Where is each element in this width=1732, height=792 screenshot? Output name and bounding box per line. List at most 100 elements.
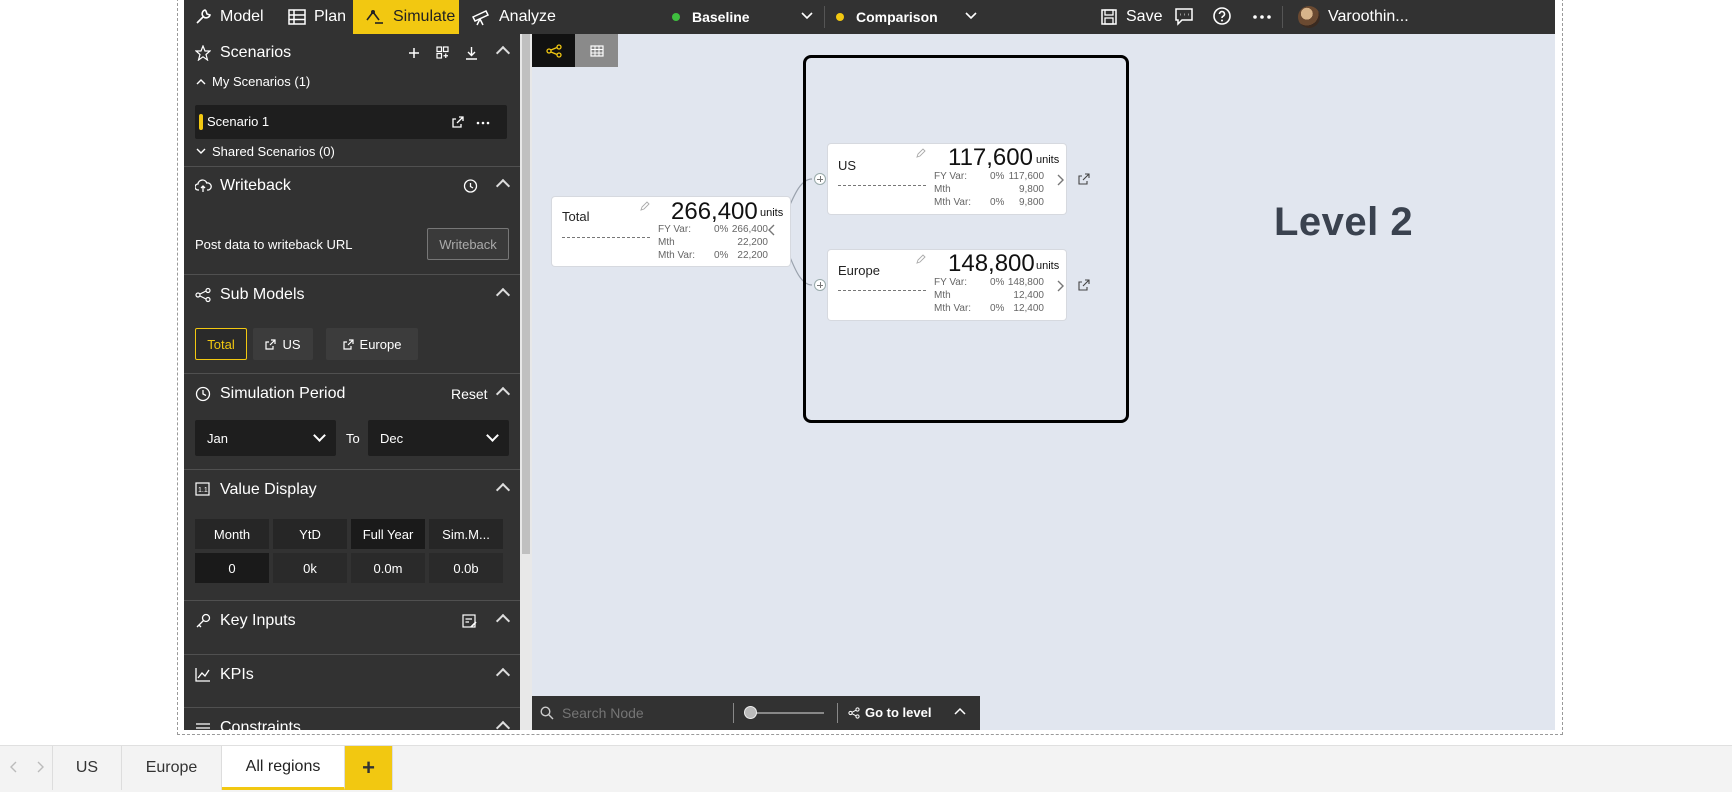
svg-text:1.1: 1.1 [198, 487, 208, 494]
submodel-us[interactable]: US [253, 328, 313, 360]
mth-var-value: 22,200 [737, 250, 768, 261]
chevron-down-icon [313, 429, 326, 442]
scenarios-header[interactable]: Scenarios [184, 34, 520, 72]
tab-us[interactable]: US [52, 746, 122, 790]
fy-var-value: 266,400 [731, 224, 768, 235]
divider [184, 707, 520, 708]
value-display-full-year[interactable]: Full Year [351, 519, 425, 549]
value-display-month-value[interactable]: 0 [195, 553, 269, 583]
my-scenarios-label: My Scenarios (1) [212, 74, 311, 89]
collapse-icon[interactable] [495, 287, 511, 303]
analyze-tab[interactable]: Analyze [471, 0, 556, 34]
go-to-level-button[interactable]: Go to level [865, 705, 931, 720]
search-divider [837, 703, 838, 723]
divider [184, 469, 520, 470]
more-options-icon[interactable] [476, 121, 490, 125]
chevron-down-icon[interactable] [800, 10, 814, 22]
search-input[interactable] [562, 702, 712, 724]
fy-var-pct: 0% [714, 224, 729, 235]
value-display-ytd-value[interactable]: 0k [273, 553, 347, 583]
share-icon[interactable] [451, 115, 465, 129]
value-display-sim-m[interactable]: Sim.M... [429, 519, 503, 549]
pencil-icon[interactable] [640, 201, 650, 211]
collapse-icon[interactable] [495, 178, 511, 194]
key-inputs-title: Key Inputs [220, 612, 296, 629]
user-menu[interactable]: Varoothin... [1298, 0, 1409, 34]
simulation-period-header[interactable]: Simulation Period Reset [184, 375, 520, 413]
submodel-total[interactable]: Total [195, 328, 247, 360]
period-to-value: Dec [380, 430, 404, 446]
apps-icon[interactable] [436, 46, 449, 59]
comment-icon[interactable] [1174, 6, 1194, 26]
tab-europe[interactable]: Europe [122, 746, 222, 790]
kpis-header[interactable]: KPIs [184, 656, 520, 694]
scenarios-title: Scenarios [220, 44, 292, 61]
toolbar-divider [1282, 6, 1283, 28]
submodel-europe-label: Europe [359, 336, 402, 352]
chevron-up-icon [196, 78, 206, 84]
writeback-button[interactable]: Writeback [427, 228, 509, 260]
plan-tab[interactable]: Plan [288, 0, 346, 34]
add-tab-button[interactable]: + [345, 746, 393, 790]
value-display-month[interactable]: Month [195, 519, 269, 549]
edit-list-icon[interactable] [462, 614, 478, 629]
collapse-icon[interactable] [495, 482, 511, 498]
hierarchy-icon [195, 287, 211, 303]
save-button[interactable]: Save [1100, 0, 1162, 34]
collapse-icon[interactable] [495, 613, 511, 629]
node-total-mth-var: Mth Var: 0% 22,200 [658, 250, 782, 262]
value-display-full-year-value[interactable]: 0.0m [351, 553, 425, 583]
download-icon[interactable] [465, 46, 478, 60]
shared-scenarios-toggle[interactable]: Shared Scenarios (0) [196, 144, 335, 159]
more-options-icon[interactable] [1252, 14, 1272, 20]
divider [184, 600, 520, 601]
model-tab-label: Model [220, 8, 264, 25]
submodel-europe[interactable]: Europe [326, 328, 418, 360]
simulate-tab[interactable]: Simulate [353, 0, 459, 34]
simulate-tab-label: Simulate [393, 8, 456, 25]
zoom-slider-track[interactable] [746, 712, 824, 714]
value-display-title: Value Display [220, 481, 317, 498]
chevron-up-icon[interactable] [954, 707, 966, 717]
collapse-icon[interactable] [495, 720, 511, 730]
constraints-header[interactable]: Constraints [184, 709, 520, 730]
add-icon[interactable] [408, 47, 420, 59]
node-total-name: Total [562, 209, 590, 224]
value-display-ytd[interactable]: YtD [273, 519, 347, 549]
baseline-label: Baseline [692, 9, 750, 25]
submodels-header[interactable]: Sub Models [184, 276, 520, 314]
writeback-header[interactable]: Writeback [184, 167, 520, 205]
submodels-title: Sub Models [220, 286, 305, 303]
open-external-icon [342, 338, 354, 350]
help-icon[interactable] [1212, 6, 1232, 26]
collapse-icon[interactable] [495, 667, 511, 683]
value-display-header[interactable]: 1.1 Value Display [184, 471, 520, 509]
scenario-name: Scenario 1 [207, 114, 270, 129]
collapse-icon[interactable] [495, 45, 511, 61]
baseline-selector[interactable]: Baseline [672, 0, 750, 34]
scenario-item[interactable]: Scenario 1 [195, 105, 507, 139]
submodel-us-label: US [282, 336, 301, 352]
collapse-children-icon[interactable] [767, 223, 777, 237]
tab-all-regions[interactable]: All regions [222, 746, 345, 790]
period-from-select[interactable]: Jan [195, 420, 336, 456]
scenario-color-bar [199, 114, 203, 130]
key-inputs-header[interactable]: Key Inputs [184, 602, 520, 640]
panel-scrollbar-thumb[interactable] [522, 34, 530, 554]
chevron-down-icon[interactable] [964, 10, 978, 22]
my-scenarios-toggle[interactable]: My Scenarios (1) [196, 74, 310, 89]
chevron-right-icon[interactable] [36, 761, 44, 773]
comparison-dot [836, 13, 844, 21]
node-total[interactable]: Total 266,400 units FY Var: 0% 266,400 Mth… [552, 197, 790, 266]
chevron-left-icon[interactable] [10, 761, 18, 773]
collapse-icon[interactable] [495, 386, 511, 402]
reset-button[interactable]: Reset [451, 386, 488, 402]
value-display-sim-m-value[interactable]: 0.0b [429, 553, 503, 583]
grid-icon [288, 9, 306, 25]
period-to-select[interactable]: Dec [368, 420, 509, 456]
zoom-slider-thumb[interactable] [744, 706, 757, 719]
comparison-selector[interactable]: Comparison [836, 0, 938, 34]
model-tab[interactable]: Model [194, 0, 264, 34]
history-icon[interactable] [462, 178, 478, 194]
analyze-tab-label: Analyze [499, 8, 556, 25]
